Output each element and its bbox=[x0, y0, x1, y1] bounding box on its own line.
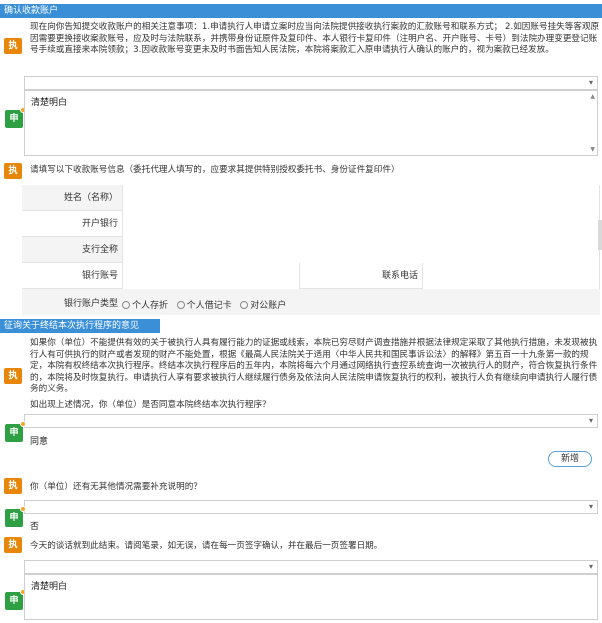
court-badge: 执 bbox=[4, 368, 22, 384]
chevron-down-icon: ▾ bbox=[588, 416, 593, 425]
section-header-termination: 征询关于终结本次执行程序的意见 bbox=[0, 319, 160, 333]
applicant-badge: 申 bbox=[5, 589, 26, 610]
scroll-up-icon[interactable]: ▲ bbox=[590, 93, 595, 100]
bank-info-prompt: 请填写以下收款账号信息（委托代理人填写的，应要求其提供特别授权委托书、身份证件复… bbox=[30, 165, 400, 175]
applicant-badge: 申 bbox=[5, 107, 26, 128]
applicant-badge: 申 bbox=[5, 506, 26, 527]
phone-label: 联系电话 bbox=[381, 271, 418, 281]
court-badge: 执 bbox=[4, 163, 22, 179]
form-row-name: 姓名（名称） bbox=[22, 185, 600, 211]
court-badge: 执 bbox=[4, 537, 22, 553]
chevron-down-icon: ▾ bbox=[588, 562, 593, 571]
phone-input[interactable] bbox=[422, 263, 600, 289]
court-badge: 执 bbox=[4, 478, 22, 494]
bank-info-form: 姓名（名称） 开户银行 支行全称 银行账号 联系电话 银行账户类型 个人存折 个… bbox=[22, 185, 600, 315]
account-input[interactable] bbox=[122, 263, 300, 289]
closing-reply-select[interactable]: ▾ bbox=[24, 560, 598, 574]
form-row-bank: 开户银行 bbox=[22, 211, 600, 237]
radio-icon bbox=[176, 301, 185, 309]
closing-text: 今天的谈话就到此结束。请阅笔录，如无误，请在每一页签字确认，并在最后一页签署日期… bbox=[30, 541, 383, 551]
account-type-radios: 个人存折 个人借记卡 对公账户 bbox=[122, 298, 286, 311]
reply-text: 清楚明白 bbox=[31, 582, 68, 592]
page-scrollbar-thumb[interactable] bbox=[598, 220, 602, 250]
termination-answer: 同意 bbox=[30, 437, 49, 447]
termination-question: 如出现上述情况，你（单位）是否同意本院终结本次执行程序？ bbox=[30, 400, 271, 410]
account-reply-textarea[interactable]: 清楚明白 ▲ ▼ bbox=[24, 90, 598, 156]
radio-debit-card[interactable]: 个人借记卡 bbox=[176, 301, 232, 311]
radio-icon bbox=[240, 301, 249, 309]
chevron-down-icon: ▾ bbox=[588, 502, 593, 511]
supplement-answer: 否 bbox=[30, 522, 40, 532]
bank-input[interactable] bbox=[122, 211, 600, 237]
form-row-account: 银行账号 联系电话 bbox=[22, 263, 600, 289]
termination-text: 如果你（单位）不能提供有效的关于被执行人具有履行能力的证据或线索，本院已穷尽财产… bbox=[30, 338, 598, 394]
name-input[interactable] bbox=[122, 185, 600, 211]
name-label: 姓名（名称） bbox=[63, 193, 118, 203]
scroll-down-icon[interactable]: ▼ bbox=[590, 146, 595, 153]
termination-reply-select[interactable]: ▾ bbox=[24, 414, 598, 428]
add-button[interactable]: 新增 bbox=[548, 451, 592, 467]
reply-select[interactable]: ▾ bbox=[24, 76, 598, 90]
branch-input[interactable] bbox=[122, 237, 600, 263]
notification-dot-icon bbox=[20, 506, 26, 512]
radio-icon bbox=[122, 301, 130, 309]
account-type-label: 银行账户类型 bbox=[63, 299, 118, 309]
reply-text: 清楚明白 bbox=[31, 98, 68, 108]
supplement-question: 你（单位）还有无其他情况需要补充说明的？ bbox=[30, 482, 202, 492]
bank-label: 开户银行 bbox=[81, 219, 118, 229]
account-label: 银行账号 bbox=[81, 271, 118, 281]
radio-personal-passbook[interactable]: 个人存折 bbox=[122, 301, 168, 311]
form-row-type: 银行账户类型 个人存折 个人借记卡 对公账户 bbox=[22, 289, 600, 315]
supplement-reply-select[interactable]: ▾ bbox=[24, 500, 598, 514]
account-notice-text: 现在向你告知提交收款账户的相关注意事项：1.申请执行人申请立案时应当向法院提供接… bbox=[30, 22, 600, 55]
form-row-branch: 支行全称 bbox=[22, 237, 600, 263]
applicant-badge: 申 bbox=[5, 421, 26, 442]
section-header-account: 确认收款账户 bbox=[0, 4, 602, 18]
notification-dot-icon bbox=[20, 421, 26, 427]
closing-reply-textarea[interactable]: 清楚明白 bbox=[24, 574, 598, 620]
radio-corporate-account[interactable]: 对公账户 bbox=[240, 301, 286, 311]
court-badge: 执 bbox=[4, 38, 22, 54]
branch-label: 支行全称 bbox=[81, 245, 118, 255]
chevron-down-icon: ▾ bbox=[588, 78, 593, 87]
